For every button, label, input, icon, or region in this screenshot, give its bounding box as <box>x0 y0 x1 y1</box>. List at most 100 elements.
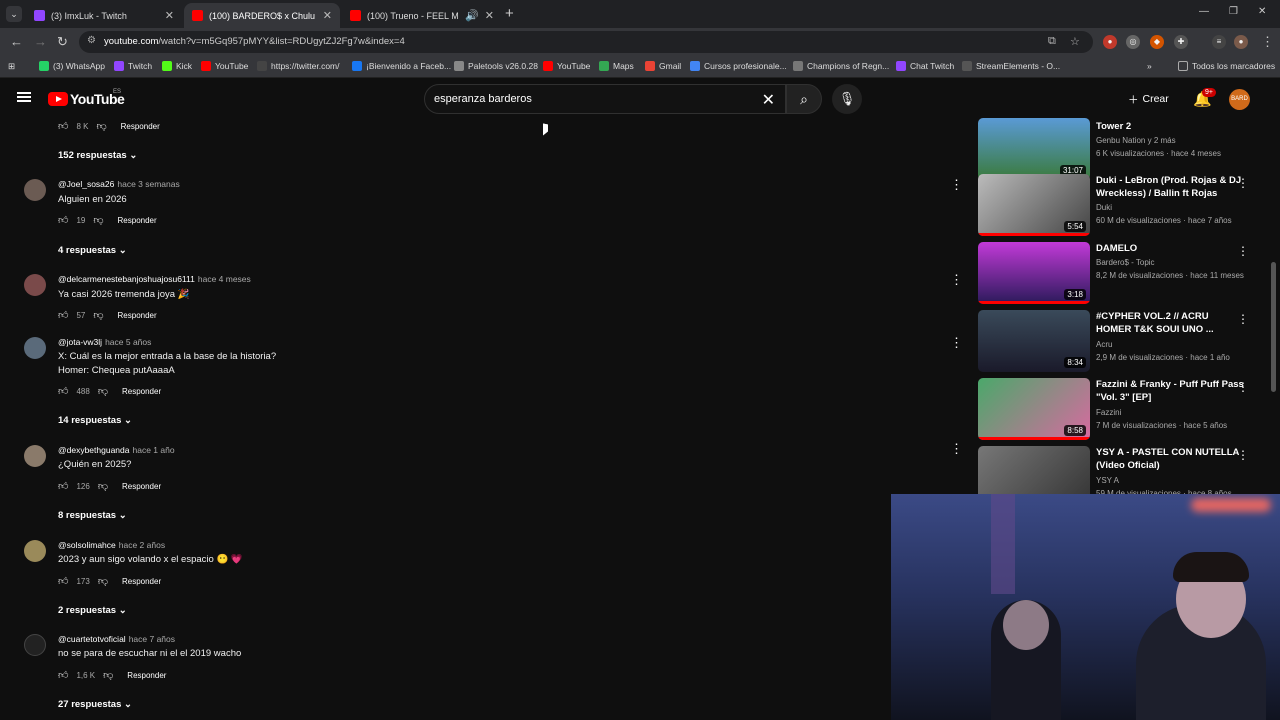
comment-author[interactable]: @delcarmenestebanjoshuajosu6111 <box>58 274 195 284</box>
extension-icon[interactable]: ◆ <box>1150 35 1164 49</box>
tab-search-button[interactable]: ⌄ <box>6 6 22 22</box>
back-icon[interactable]: ← <box>10 34 23 49</box>
channel-name[interactable]: Fazzini <box>1096 408 1121 417</box>
video-title[interactable]: YSY A - PASTEL CON NUTELLA (Video Oficia… <box>1096 446 1246 472</box>
tab-youtube-barderos[interactable]: (100) BARDERO$ x Chulu - POR ✕ <box>184 3 340 28</box>
dislike-icon[interactable]: 👎︎ <box>103 669 113 681</box>
search-input[interactable]: esperanza barderos <box>434 93 532 105</box>
profile-avatar[interactable]: ● <box>1234 35 1248 49</box>
recommended-video[interactable]: 8:34 #CYPHER VOL.2 // ACRU HOMER T&K SOU… <box>978 310 1268 374</box>
apps-icon[interactable]: ⊞ <box>8 61 15 72</box>
video-thumbnail[interactable]: 8:58 <box>978 378 1090 440</box>
comment-time[interactable]: hace 2 años <box>119 540 165 550</box>
like-icon[interactable]: 👍︎ <box>58 480 68 492</box>
tab-youtube-trueno[interactable]: (100) Trueno - FEEL ME?? ( 🔊 ✕ <box>342 3 502 28</box>
channel-name[interactable]: Acru <box>1096 340 1112 349</box>
recommended-video[interactable]: 8:58 Fazzini & Franky - Puff Puff Pass "… <box>978 378 1268 442</box>
reply-button[interactable]: Responder <box>127 671 166 680</box>
bookmark-chat-twitch[interactable]: Chat Twitch <box>896 61 954 71</box>
more-bookmarks-icon[interactable]: » <box>1147 61 1152 71</box>
speaker-icon[interactable]: 🔊 <box>465 9 479 22</box>
close-icon[interactable]: ✕ <box>165 9 174 22</box>
comment-time[interactable]: hace 4 meses <box>198 274 251 284</box>
reply-button[interactable]: Responder <box>122 482 161 491</box>
video-menu-icon[interactable]: ⋮ <box>1237 380 1249 394</box>
bookmark-youtube[interactable]: YouTube <box>201 61 248 71</box>
commenter-avatar[interactable] <box>24 445 46 467</box>
video-title[interactable]: Duki - LeBron (Prod. Rojas & DJ Wreckles… <box>1096 174 1246 200</box>
comment-time[interactable]: hace 3 semanas <box>117 179 179 189</box>
new-tab-button[interactable]: + <box>505 5 514 22</box>
video-menu-icon[interactable]: ⋮ <box>1237 176 1249 190</box>
bookmark-facebook[interactable]: ¡Bienvenido a Faceb... <box>352 61 451 71</box>
channel-name[interactable]: Genbu Nation y 2 más <box>1096 136 1176 145</box>
minimize-icon[interactable]: — <box>1199 6 1209 17</box>
bookmark-youtube[interactable]: YouTube <box>543 61 590 71</box>
close-icon[interactable]: ✕ <box>323 9 332 22</box>
bookmark-star-icon[interactable]: ☆ <box>1070 35 1080 48</box>
reply-button[interactable]: Responder <box>122 577 161 586</box>
channel-name[interactable]: Bardero$ - Topic <box>1096 258 1155 267</box>
bookmark-gmail[interactable]: Gmail <box>645 61 681 71</box>
reply-button[interactable]: Responder <box>121 122 160 131</box>
video-thumbnail[interactable]: 3:18 <box>978 242 1090 304</box>
create-button[interactable]: ＋ Crear <box>1122 86 1175 112</box>
like-icon[interactable]: 👍︎ <box>58 309 68 321</box>
bookmark-twitch[interactable]: Twitch <box>114 61 152 71</box>
bookmark-twitter[interactable]: https://twitter.com/ <box>257 61 340 71</box>
channel-name[interactable]: Duki <box>1096 203 1112 212</box>
channel-name[interactable]: YSY A <box>1096 476 1119 485</box>
comment-author[interactable]: @solsolimahce <box>58 540 116 550</box>
like-icon[interactable]: 👍︎ <box>58 669 68 681</box>
video-title[interactable]: Fazzini & Franky - Puff Puff Pass "Vol. … <box>1096 378 1246 404</box>
like-icon[interactable]: 👍︎ <box>58 575 68 587</box>
reply-button[interactable]: Responder <box>118 311 157 320</box>
clear-search-icon[interactable]: ✕ <box>762 90 775 110</box>
comment-menu-icon[interactable]: ⋮ <box>950 441 963 457</box>
video-title[interactable]: Tower 2 <box>1096 120 1246 133</box>
commenter-avatar[interactable] <box>24 540 46 562</box>
site-info-icon[interactable]: ⚙ <box>87 35 96 46</box>
like-icon[interactable]: 👍︎ <box>58 214 68 226</box>
dislike-icon[interactable]: 👎︎ <box>98 575 108 587</box>
comment-time[interactable]: hace 5 años <box>105 337 151 347</box>
comment-menu-icon[interactable]: ⋮ <box>950 177 963 193</box>
video-menu-icon[interactable]: ⋮ <box>1237 244 1249 258</box>
forward-icon[interactable]: → <box>34 34 47 49</box>
search-box[interactable]: esperanza barderos ✕ <box>424 84 786 114</box>
dislike-icon[interactable]: 👎︎ <box>96 120 106 132</box>
dislike-icon[interactable]: 👎︎ <box>93 309 103 321</box>
reply-button[interactable]: Responder <box>122 387 161 396</box>
commenter-avatar[interactable] <box>24 274 46 296</box>
browser-menu-icon[interactable]: ⋮ <box>1261 34 1274 50</box>
tab-twitch[interactable]: (3) ImxLuk - Twitch ✕ <box>26 3 182 28</box>
replies-toggle[interactable]: 152 respuestas ⌄ <box>58 150 137 161</box>
replies-toggle[interactable]: 4 respuestas ⌄ <box>58 245 127 256</box>
account-avatar[interactable]: BARD <box>1229 89 1250 110</box>
bookmark-kick[interactable]: Kick <box>162 61 192 71</box>
commenter-avatar[interactable] <box>24 634 46 656</box>
commenter-avatar[interactable] <box>24 337 46 359</box>
comment-menu-icon[interactable]: ⋮ <box>950 272 963 288</box>
restore-icon[interactable]: ❐ <box>1229 6 1238 17</box>
reply-button[interactable]: Responder <box>118 216 157 225</box>
menu-icon[interactable] <box>17 92 31 102</box>
recommended-video[interactable]: 3:18 DAMELO Bardero$ - Topic 8,2 M de vi… <box>978 242 1268 306</box>
close-window-icon[interactable]: ✕ <box>1258 6 1266 17</box>
replies-toggle[interactable]: 2 respuestas ⌄ <box>58 605 127 616</box>
extension-icon[interactable]: ◎ <box>1126 35 1140 49</box>
video-thumbnail[interactable]: 31:07 <box>978 118 1090 180</box>
puzzle-icon[interactable]: ✚ <box>1174 35 1188 49</box>
all-bookmarks[interactable]: Todos los marcadores <box>1178 61 1275 71</box>
like-icon[interactable]: 👍︎ <box>58 120 68 132</box>
comment-menu-icon[interactable]: ⋮ <box>950 335 963 351</box>
video-thumbnail[interactable]: 5:54 <box>978 174 1090 236</box>
search-button[interactable]: ⌕ <box>786 84 822 114</box>
bookmark-paletools[interactable]: Paletools v26.0.28 <box>454 61 538 71</box>
comment-author[interactable]: @Joel_sosa26 <box>58 179 114 189</box>
replies-toggle[interactable]: 27 respuestas ⌄ <box>58 699 132 710</box>
address-bar[interactable]: ⚙ youtube.com/watch?v=m5Gq957pMYY&list=R… <box>79 31 1093 53</box>
comment-time[interactable]: hace 1 año <box>133 445 175 455</box>
bookmark-whatsapp[interactable]: (3) WhatsApp <box>39 61 105 71</box>
recommended-video[interactable]: 5:54 Duki - LeBron (Prod. Rojas & DJ Wre… <box>978 174 1268 238</box>
